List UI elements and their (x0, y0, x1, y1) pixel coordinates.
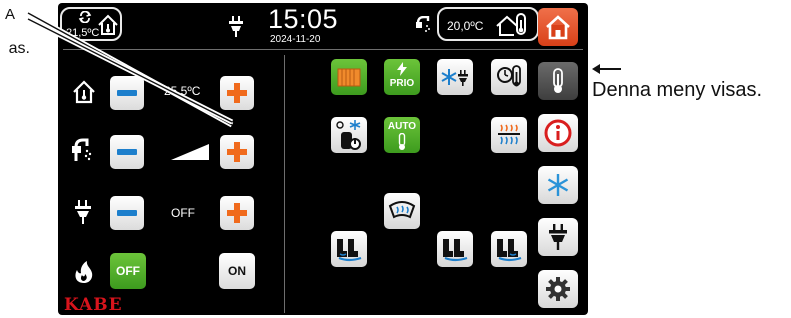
minus-icon (117, 210, 137, 216)
electric-power-increase-button[interactable] (220, 196, 254, 230)
room-temp-increase-button[interactable] (220, 76, 254, 110)
plus-icon (227, 83, 247, 103)
info-icon (544, 119, 572, 147)
gas-heating-off-button[interactable]: OFF (110, 253, 146, 289)
column-divider (284, 55, 285, 313)
snowflake-plug-icon (441, 69, 468, 86)
auto-label: AUTO (387, 121, 417, 132)
home-icon (546, 15, 570, 40)
floor-heating-tile[interactable] (491, 117, 527, 153)
control-panel-screen: 21,5ºC 15:05 2024-11-20 20,0ºC 25,5ºC OF… (58, 3, 588, 315)
snowflake-icon (547, 174, 569, 196)
inside-temp-display[interactable]: 21,5ºC (60, 7, 122, 41)
room-temp-decrease-button[interactable] (110, 76, 144, 110)
clock-time: 15:05 (268, 4, 339, 34)
thermometer-icon (553, 68, 563, 93)
flame-icon (75, 261, 93, 283)
clock-date: 2024-11-20 (270, 34, 321, 45)
gas-heating-on-button[interactable]: ON (219, 253, 255, 289)
header-divider (63, 49, 583, 50)
power-menu-button[interactable] (538, 218, 578, 256)
home-temperature-icon (98, 14, 118, 35)
cooling-electric-tile[interactable] (437, 59, 473, 95)
windscreen-heater-icon (388, 201, 416, 219)
radiator-icon (337, 68, 361, 87)
plus-icon (227, 203, 247, 223)
callout-label-menu: Denna meny visas. (592, 79, 763, 101)
hot-water-decrease-button[interactable] (110, 135, 144, 169)
plug-icon (549, 224, 567, 250)
refresh-icon (78, 11, 92, 23)
floor-heating-icon (498, 124, 520, 145)
sun-snowflake-power-icon (336, 120, 361, 150)
callout-label-a: A (5, 6, 16, 23)
electric-power-setting: OFF (171, 206, 195, 220)
plug-icon (229, 16, 243, 37)
minus-icon (117, 90, 137, 96)
electric-power-decrease-button[interactable] (110, 196, 144, 230)
timer-temperature-tile[interactable] (491, 59, 527, 95)
car-seats-icon (497, 239, 522, 262)
kabe-logo: KABE (64, 295, 123, 315)
shower-icon (72, 138, 92, 161)
air-conditioning-tile[interactable] (331, 117, 367, 153)
settings-gear-icon (546, 277, 570, 301)
room-temp-setpoint: 25,5ºC (164, 84, 201, 98)
thermometer-icon (398, 133, 406, 150)
plus-icon (227, 142, 247, 162)
side-menu-column (538, 8, 578, 314)
outside-temp-display[interactable]: 20,0ºC (437, 7, 539, 41)
outside-temperature: 20,0ºC (447, 19, 484, 33)
climate-menu-button[interactable] (538, 62, 578, 100)
seat-heating-tile-2[interactable] (437, 231, 473, 267)
seat-heating-tile-1[interactable] (331, 231, 367, 267)
plug-icon (75, 200, 91, 224)
inside-temperature: 21,5ºC (66, 27, 100, 39)
windscreen-defrost-tile[interactable] (384, 193, 420, 229)
priority-label: PRIO (389, 78, 415, 89)
cooling-menu-button[interactable] (538, 166, 578, 204)
callout-label-cropped: as. (8, 40, 30, 57)
info-menu-button[interactable] (538, 114, 578, 152)
clock-thermometer-icon (497, 65, 521, 87)
house-outdoor-temperature-icon (496, 13, 526, 36)
priority-tile[interactable]: PRIO (384, 59, 420, 95)
settings-menu-button[interactable] (538, 270, 578, 308)
lightning-icon (397, 62, 407, 76)
home-temperature-icon (73, 80, 95, 104)
auto-temperature-tile[interactable]: AUTO (384, 117, 420, 153)
car-seats-icon (337, 239, 362, 262)
car-seats-icon (443, 239, 468, 262)
status-bar: 21,5ºC 15:05 2024-11-20 20,0ºC (58, 3, 588, 45)
minus-icon (117, 149, 137, 155)
shower-tap-icon (416, 16, 430, 32)
home-menu-button[interactable] (538, 8, 578, 46)
radiator-heating-tile[interactable] (331, 59, 367, 95)
hot-water-level-indicator (171, 144, 209, 160)
hot-water-increase-button[interactable] (220, 135, 254, 169)
seat-heating-tile-3[interactable] (491, 231, 527, 267)
